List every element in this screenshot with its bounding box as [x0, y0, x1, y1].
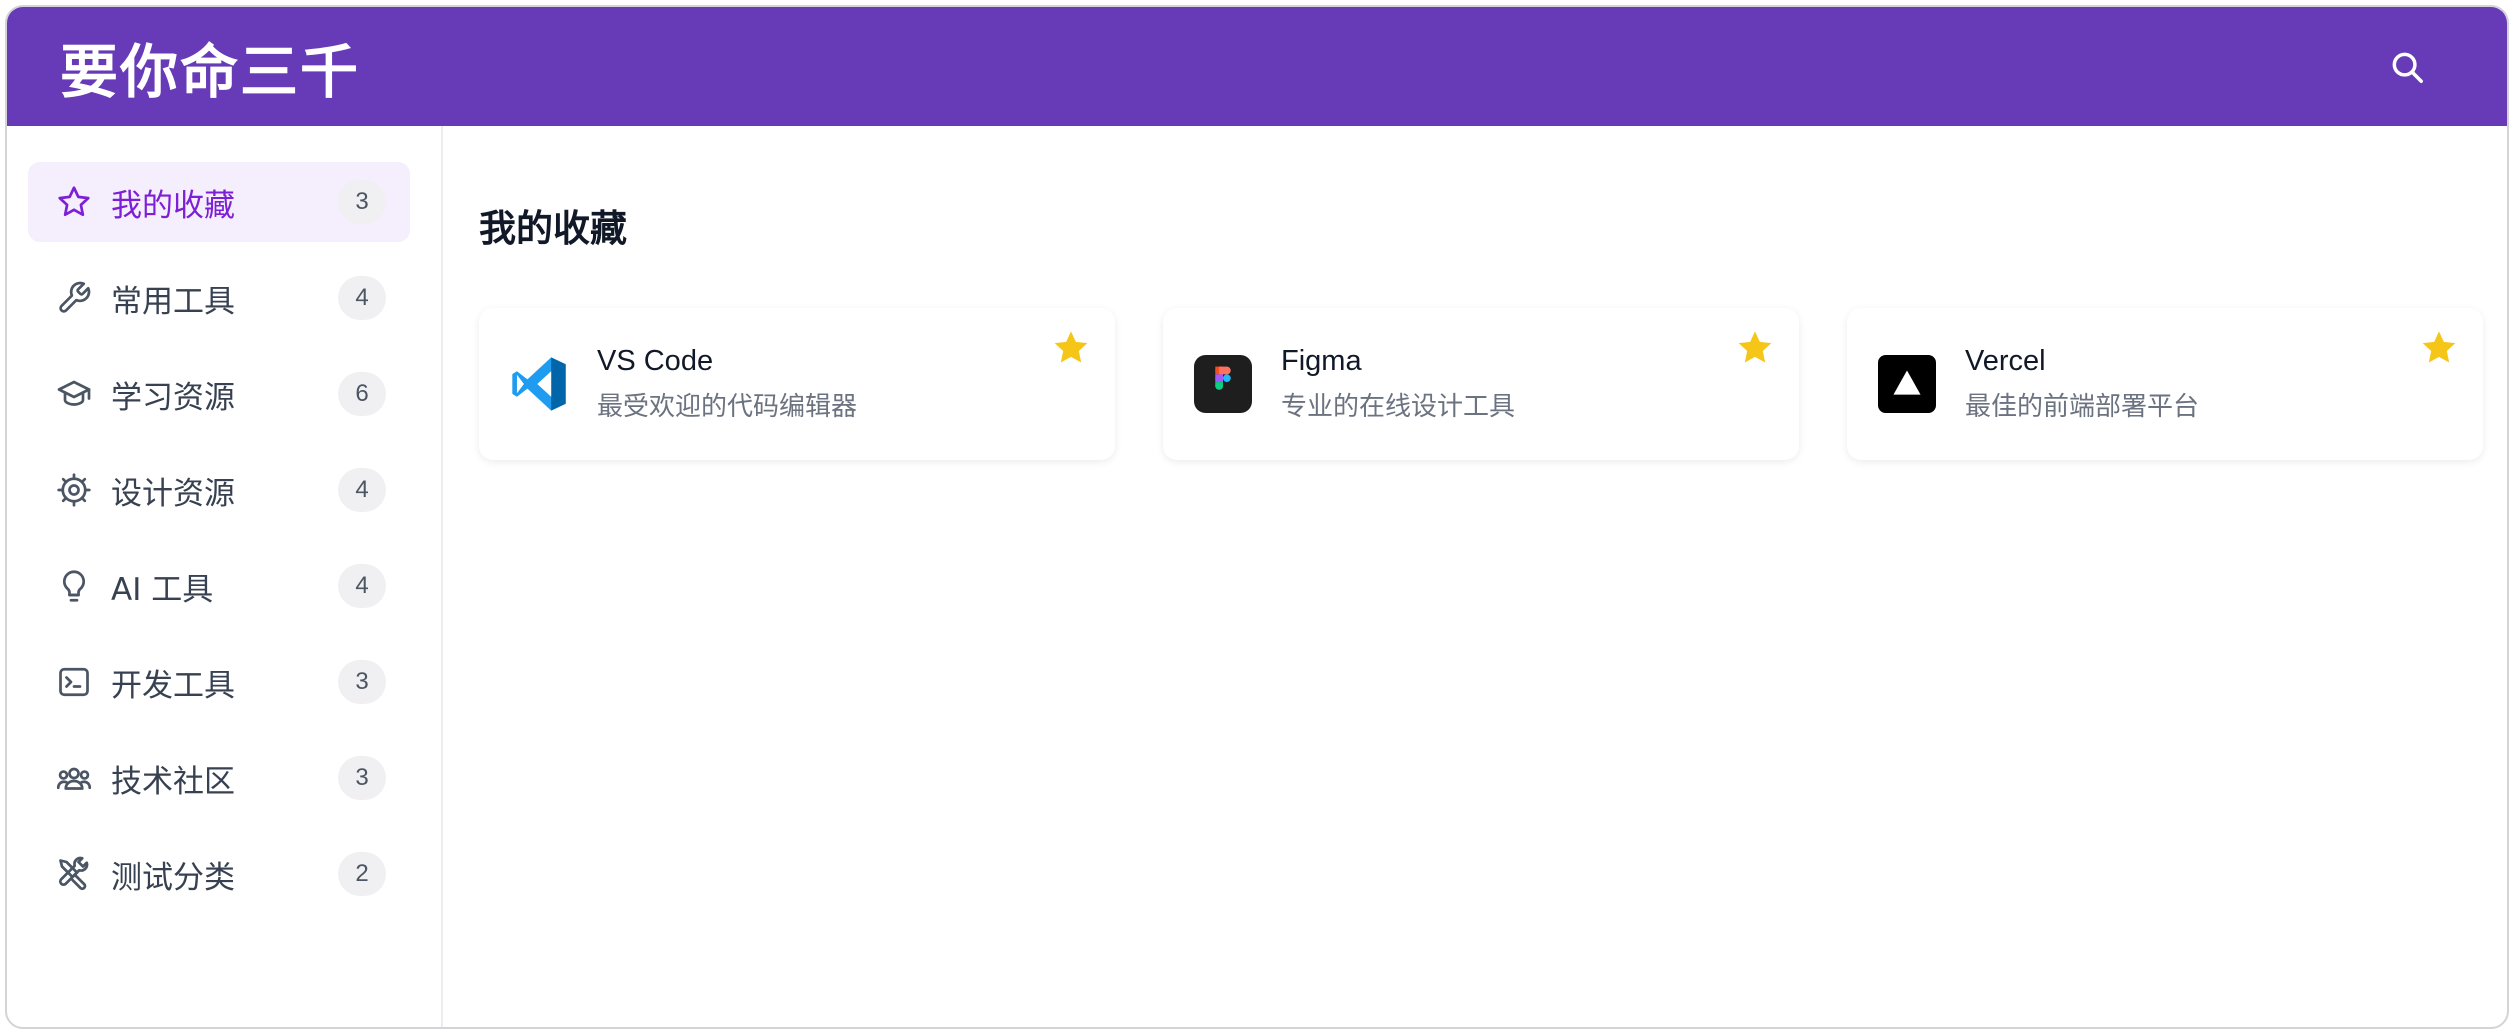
search-button[interactable]	[2377, 37, 2437, 97]
card-description: 专业的在线设计工具	[1281, 392, 1516, 422]
tools-icon	[54, 854, 94, 894]
sidebar-item-label: 技术社区	[111, 763, 235, 800]
vercel-logo-icon	[1877, 354, 1937, 414]
count-badge: 4	[338, 276, 386, 320]
card-title: Figma	[1281, 345, 1362, 377]
figma-logo-icon	[1193, 354, 1253, 414]
site-card-vscode[interactable]: VS Code 最受欢迎的代码编辑器	[479, 308, 1115, 460]
sidebar-item-design[interactable]: 设计资源 4	[28, 450, 410, 530]
main-content: 我的收藏 VS Code 最受欢迎的代码编辑器 Figma 专业的在线设计工具 …	[443, 126, 2507, 1027]
star-icon[interactable]	[2419, 328, 2459, 368]
sidebar-item-label: 设计资源	[111, 475, 235, 512]
count-badge: 4	[338, 564, 386, 608]
sidebar: 我的收藏 3 常用工具 4 学习资源 6 设计资源 4 AI 工具 4 开发工具…	[7, 126, 443, 1027]
sidebar-item-label: 我的收藏	[111, 187, 235, 224]
terminal-icon	[54, 662, 94, 702]
vscode-logo-icon	[509, 354, 569, 414]
star-icon[interactable]	[1735, 328, 1775, 368]
search-icon	[2392, 52, 2423, 83]
app-window: 要你命三千 我的收藏 3 常用工具 4 学习资源 6 设计资源 4 AI 工具 …	[5, 5, 2509, 1029]
sidebar-item-common-tools[interactable]: 常用工具 4	[28, 258, 410, 338]
site-card-vercel[interactable]: Vercel 最佳的前端部署平台	[1847, 308, 2483, 460]
sidebar-item-test[interactable]: 测试分类 2	[28, 834, 410, 914]
count-badge: 4	[338, 468, 386, 512]
sidebar-item-ai-tools[interactable]: AI 工具 4	[28, 546, 410, 626]
graduation-cap-icon	[54, 374, 94, 414]
app-title: 要你命三千	[60, 37, 361, 106]
count-badge: 3	[338, 660, 386, 704]
count-badge: 3	[338, 756, 386, 800]
sidebar-item-label: 开发工具	[111, 667, 235, 704]
star-icon	[54, 182, 94, 222]
card-description: 最受欢迎的代码编辑器	[597, 392, 858, 422]
users-icon	[54, 758, 94, 798]
sidebar-item-label: 测试分类	[111, 859, 235, 896]
count-badge: 2	[338, 852, 386, 896]
sidebar-item-favorites[interactable]: 我的收藏 3	[28, 162, 410, 242]
card-title: VS Code	[597, 345, 714, 377]
count-badge: 6	[338, 372, 386, 416]
sidebar-item-learning[interactable]: 学习资源 6	[28, 354, 410, 434]
sidebar-item-community[interactable]: 技术社区 3	[28, 738, 410, 818]
app-header: 要你命三千	[7, 7, 2507, 126]
card-description: 最佳的前端部署平台	[1965, 392, 2200, 422]
sidebar-item-label: 常用工具	[111, 283, 235, 320]
site-card-figma[interactable]: Figma 专业的在线设计工具	[1163, 308, 1799, 460]
sidebar-item-label: AI 工具	[111, 571, 214, 608]
star-icon[interactable]	[1051, 328, 1091, 368]
wrench-icon	[54, 278, 94, 318]
count-badge: 3	[338, 180, 386, 224]
card-title: Vercel	[1965, 345, 2046, 377]
lightbulb-icon	[54, 566, 94, 606]
gear-icon	[54, 470, 94, 510]
sidebar-item-dev-tools[interactable]: 开发工具 3	[28, 642, 410, 722]
card-grid: VS Code 最受欢迎的代码编辑器 Figma 专业的在线设计工具 Verce…	[479, 308, 2489, 460]
page-title: 我的收藏	[479, 207, 627, 250]
sidebar-item-label: 学习资源	[111, 379, 235, 416]
